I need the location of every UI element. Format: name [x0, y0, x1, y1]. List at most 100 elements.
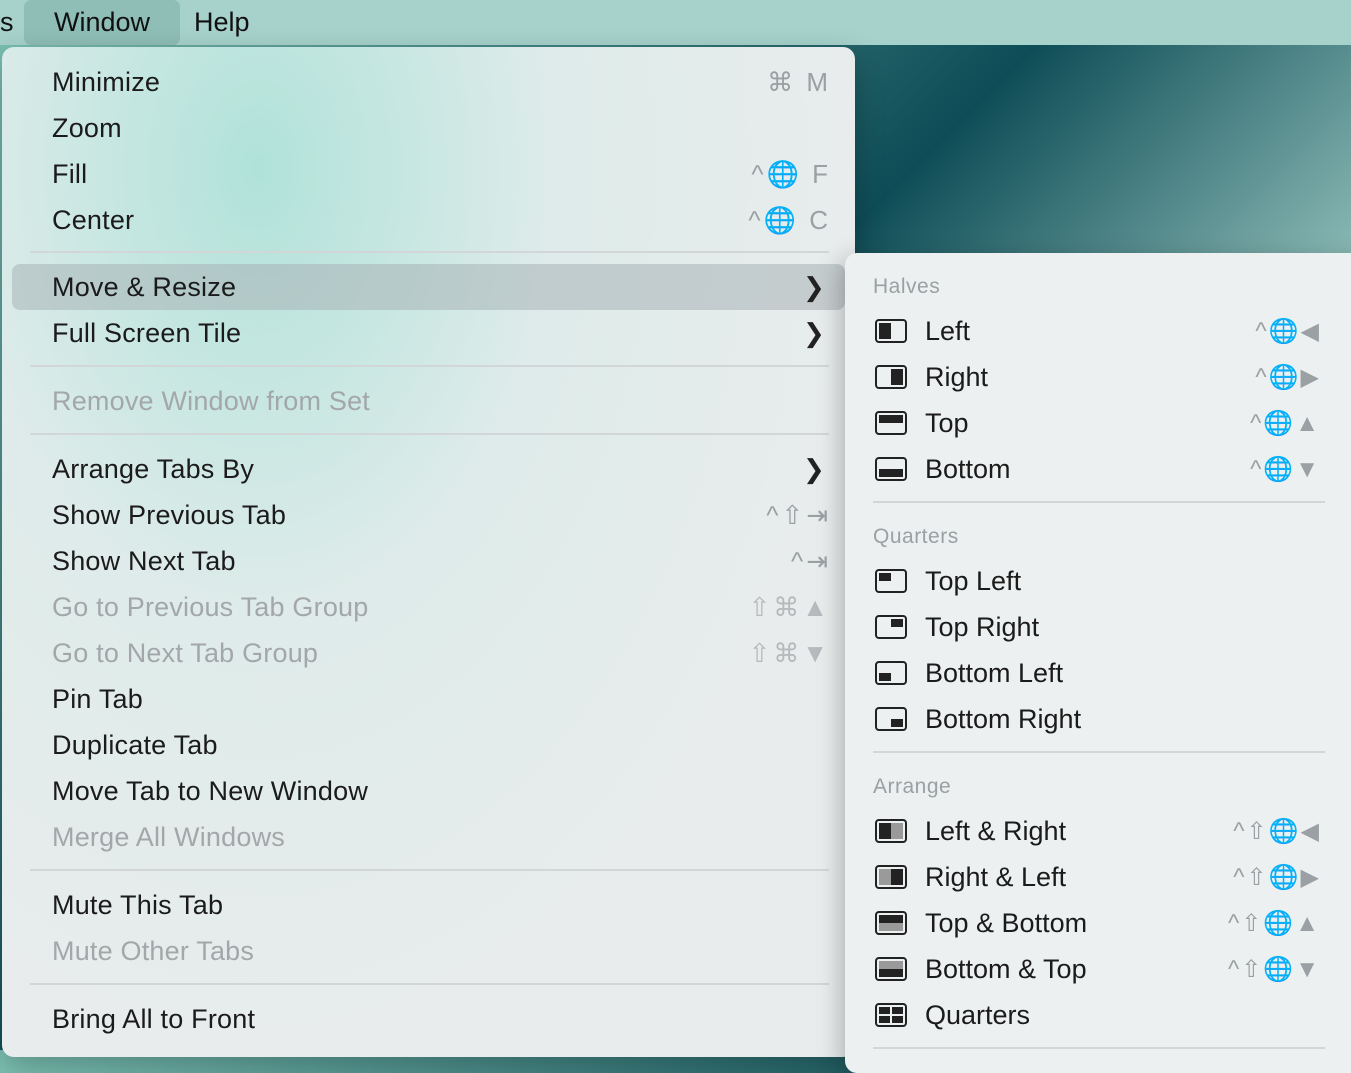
menu-item-show-previous-tab[interactable]: Show Previous Tab ^⇧⇥ — [12, 492, 845, 538]
separator — [873, 501, 1325, 503]
submenu-item-label: Right & Left — [925, 861, 1067, 892]
menu-item-show-next-tab[interactable]: Show Next Tab ^⇥ — [12, 538, 845, 584]
separator — [30, 251, 829, 253]
menu-item-label: Mute Other Tabs — [52, 935, 255, 966]
shortcut-right: ^🌐▶ — [1255, 363, 1321, 391]
move-resize-submenu: Halves Left ^🌐◀ Right ^🌐▶ Top ^🌐▲ Bottom… — [845, 253, 1351, 1073]
submenu-item-label: Bottom Right — [925, 703, 1082, 734]
menubar-item-partial[interactable]: s — [0, 0, 24, 45]
menu-item-label: Pin Tab — [52, 683, 143, 714]
menu-item-fill[interactable]: Fill ^🌐 F — [12, 151, 845, 197]
left-right-icon — [875, 819, 907, 843]
right-left-icon — [875, 865, 907, 889]
menu-item-pin-tab[interactable]: Pin Tab — [12, 676, 845, 722]
half-right-icon — [875, 365, 907, 389]
menu-item-previous-tab-group: Go to Previous Tab Group ⇧⌘▲ — [12, 584, 845, 630]
menu-item-label: Show Previous Tab — [52, 499, 287, 530]
menu-item-label: Remove Window from Set — [52, 385, 370, 416]
menu-item-merge-all-windows: Merge All Windows — [12, 814, 845, 860]
menu-item-label: Fill — [52, 158, 88, 189]
menu-item-remove-window-from-set: Remove Window from Set — [12, 378, 845, 424]
menu-bar: s Window Help — [0, 0, 1351, 45]
quarter-bottom-right-icon — [875, 707, 907, 731]
shortcut-bottom: ^🌐▼ — [1250, 455, 1321, 483]
submenu-item-left-right[interactable]: Left & Right ^⇧🌐◀ — [845, 808, 1345, 854]
separator — [873, 1047, 1325, 1049]
submenu-item-bottom[interactable]: Bottom ^🌐▼ — [845, 446, 1345, 492]
separator — [30, 433, 829, 435]
shortcut-fill: ^🌐 F — [751, 158, 831, 189]
submenu-item-top-left[interactable]: Top Left — [845, 558, 1345, 604]
shortcut-show-next-tab: ^⇥ — [791, 545, 831, 576]
menu-item-center[interactable]: Center ^🌐 C — [12, 197, 845, 243]
menu-item-duplicate-tab[interactable]: Duplicate Tab — [12, 722, 845, 768]
submenu-item-label: Quarters — [925, 999, 1031, 1030]
menu-item-move-resize[interactable]: Move & Resize ❯ — [12, 264, 845, 310]
menubar-item-help[interactable]: Help — [180, 0, 264, 45]
menu-item-full-screen-tile[interactable]: Full Screen Tile ❯ — [12, 310, 845, 356]
submenu-item-right[interactable]: Right ^🌐▶ — [845, 354, 1345, 400]
submenu-item-bottom-left[interactable]: Bottom Left — [845, 650, 1345, 696]
shortcut-next-tab-group: ⇧⌘▼ — [748, 637, 831, 668]
submenu-item-bottom-right[interactable]: Bottom Right — [845, 696, 1345, 742]
submenu-item-label: Left — [925, 315, 971, 346]
shortcut-left-right: ^⇧🌐◀ — [1233, 817, 1321, 845]
menu-item-label: Arrange Tabs By — [52, 453, 255, 484]
menu-item-label: Move Tab to New Window — [52, 775, 369, 806]
shortcut-previous-tab-group: ⇧⌘▲ — [748, 591, 831, 622]
window-menu: Minimize ⌘ M Zoom Fill ^🌐 F Center ^🌐 C … — [2, 47, 855, 1057]
shortcut-right-left: ^⇧🌐▶ — [1233, 863, 1321, 891]
quarter-top-right-icon — [875, 615, 907, 639]
menu-item-label: Go to Next Tab Group — [52, 637, 319, 668]
submenu-item-label: Top — [925, 407, 969, 438]
submenu-item-right-left[interactable]: Right & Left ^⇧🌐▶ — [845, 854, 1345, 900]
menu-item-zoom[interactable]: Zoom — [12, 105, 845, 151]
shortcut-top-bottom: ^⇧🌐▲ — [1227, 909, 1321, 937]
shortcut-center: ^🌐 C — [748, 204, 831, 235]
menu-item-label: Move & Resize — [52, 271, 237, 302]
chevron-right-icon: ❯ — [803, 453, 825, 484]
menu-item-mute-this-tab[interactable]: Mute This Tab — [12, 882, 845, 928]
quarter-bottom-left-icon — [875, 661, 907, 685]
bottom-top-icon — [875, 957, 907, 981]
submenu-item-label: Left & Right — [925, 815, 1067, 846]
menu-item-label: Mute This Tab — [52, 889, 224, 920]
menu-item-label: Zoom — [52, 112, 122, 143]
half-bottom-icon — [875, 457, 907, 481]
quarters-grid-icon — [875, 1003, 907, 1027]
chevron-right-icon: ❯ — [803, 271, 825, 302]
menu-item-label: Center — [52, 204, 135, 235]
separator — [30, 983, 829, 985]
menu-item-label: Duplicate Tab — [52, 729, 218, 760]
submenu-item-quarters[interactable]: Quarters — [845, 992, 1345, 1038]
submenu-item-bottom-top[interactable]: Bottom & Top ^⇧🌐▼ — [845, 946, 1345, 992]
shortcut-bottom-top: ^⇧🌐▼ — [1227, 955, 1321, 983]
separator — [30, 869, 829, 871]
menu-item-label: Minimize — [52, 66, 161, 97]
submenu-item-label: Bottom & Top — [925, 953, 1087, 984]
menu-item-label: Merge All Windows — [52, 821, 285, 852]
submenu-item-left[interactable]: Left ^🌐◀ — [845, 308, 1345, 354]
submenu-item-top[interactable]: Top ^🌐▲ — [845, 400, 1345, 446]
menu-item-bring-all-to-front[interactable]: Bring All to Front — [12, 996, 845, 1042]
menu-item-minimize[interactable]: Minimize ⌘ M — [12, 59, 845, 105]
menu-item-mute-other-tabs: Mute Other Tabs — [12, 928, 845, 974]
section-header-quarters: Quarters — [873, 525, 959, 548]
menubar-item-window[interactable]: Window — [24, 0, 181, 45]
half-left-icon — [875, 319, 907, 343]
top-bottom-icon — [875, 911, 907, 935]
submenu-item-label: Top & Bottom — [925, 907, 1088, 938]
menu-item-move-tab-to-new-window[interactable]: Move Tab to New Window — [12, 768, 845, 814]
menu-item-label: Go to Previous Tab Group — [52, 591, 369, 622]
section-header-arrange: Arrange — [873, 775, 952, 798]
menu-item-next-tab-group: Go to Next Tab Group ⇧⌘▼ — [12, 630, 845, 676]
shortcut-show-previous-tab: ^⇧⇥ — [766, 499, 831, 530]
submenu-item-label: Top Right — [925, 611, 1040, 642]
menu-item-arrange-tabs-by[interactable]: Arrange Tabs By ❯ — [12, 446, 845, 492]
submenu-item-top-right[interactable]: Top Right — [845, 604, 1345, 650]
submenu-item-label: Bottom — [925, 453, 1011, 484]
section-header-halves: Halves — [873, 275, 941, 298]
submenu-item-label: Right — [925, 361, 989, 392]
shortcut-left: ^🌐◀ — [1255, 317, 1321, 345]
submenu-item-top-bottom[interactable]: Top & Bottom ^⇧🌐▲ — [845, 900, 1345, 946]
